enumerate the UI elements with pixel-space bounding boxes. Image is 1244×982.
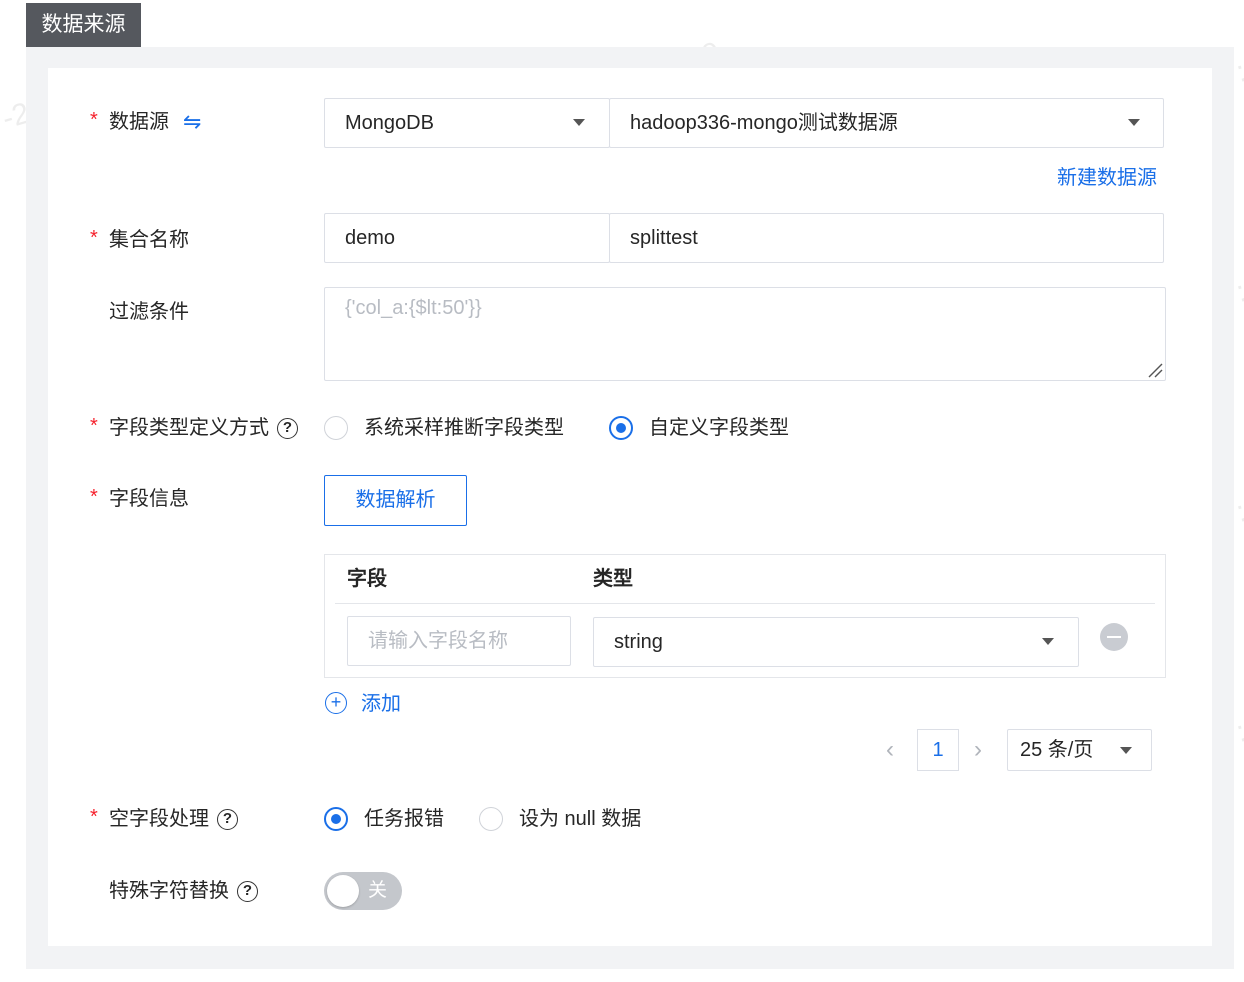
- field-type-select[interactable]: string: [593, 617, 1079, 667]
- resize-handle-icon[interactable]: [1147, 362, 1163, 378]
- datasource-value: hadoop336-mongo测试数据源: [630, 112, 898, 134]
- radio-task-error[interactable]: [324, 807, 348, 831]
- datasource-label: 数据源 ⇋: [109, 108, 202, 136]
- radio-custom-type[interactable]: [609, 416, 633, 440]
- field-table: 字段 类型 请输入字段名称 string: [324, 554, 1166, 678]
- column-header-type: 类型: [593, 568, 633, 590]
- chevron-down-icon: [1128, 119, 1140, 126]
- filter-textarea[interactable]: {'col_a:{$lt:50'}}: [324, 287, 1166, 381]
- prev-page-icon[interactable]: ‹: [886, 730, 894, 770]
- add-field-button[interactable]: + 添加: [325, 690, 425, 718]
- radio-custom-type-label[interactable]: 自定义字段类型: [649, 414, 789, 442]
- remove-row-icon[interactable]: [1100, 623, 1128, 651]
- table-divider: [335, 603, 1155, 604]
- database-value: demo: [345, 227, 396, 249]
- field-type-value: string: [614, 631, 663, 653]
- next-page-icon[interactable]: ›: [974, 730, 982, 770]
- help-icon[interactable]: ?: [237, 880, 258, 902]
- pagination-page-1[interactable]: 1: [917, 729, 959, 771]
- column-header-field: 字段: [347, 568, 387, 590]
- empty-field-label: 空字段处理 ?: [109, 805, 238, 833]
- add-field-label: 添加: [361, 693, 401, 715]
- chevron-down-icon: [1042, 638, 1054, 645]
- collection-label: 集合名称: [109, 229, 189, 251]
- required-mark: *: [90, 227, 98, 249]
- page-size-value: 25 条/页: [1020, 739, 1094, 761]
- datasource-type-select[interactable]: MongoDB: [324, 98, 610, 148]
- datasource-type-value: MongoDB: [345, 112, 434, 134]
- special-char-label: 特殊字符替换 ?: [109, 877, 258, 905]
- required-mark: *: [90, 415, 98, 437]
- help-icon[interactable]: ?: [277, 417, 298, 439]
- radio-set-null[interactable]: [479, 807, 503, 831]
- section-title-tab: 数据来源: [26, 3, 141, 47]
- page-size-select[interactable]: 25 条/页: [1007, 729, 1152, 771]
- filter-placeholder: {'col_a:{$lt:50'}}: [345, 297, 482, 319]
- required-mark: *: [90, 486, 98, 508]
- datasource-select[interactable]: hadoop336-mongo测试数据源: [609, 98, 1164, 148]
- filter-label: 过滤条件: [109, 301, 189, 323]
- required-mark: *: [90, 109, 98, 131]
- radio-task-error-label[interactable]: 任务报错: [364, 805, 444, 833]
- radio-set-null-label[interactable]: 设为 null 数据: [519, 805, 641, 833]
- collection-input[interactable]: splittest: [609, 213, 1164, 263]
- toggle-knob: [327, 875, 359, 907]
- field-name-placeholder: 请输入字段名称: [368, 630, 508, 652]
- special-char-toggle[interactable]: 关: [324, 872, 402, 910]
- radio-infer-type-label[interactable]: 系统采样推断字段类型: [364, 414, 564, 442]
- add-circle-icon: +: [325, 692, 347, 714]
- database-input[interactable]: demo: [324, 213, 610, 263]
- parse-data-button[interactable]: 数据解析: [324, 475, 467, 526]
- chevron-down-icon: [1120, 747, 1132, 754]
- field-info-label: 字段信息: [109, 488, 189, 510]
- help-icon[interactable]: ?: [217, 808, 238, 830]
- radio-infer-type[interactable]: [324, 416, 348, 440]
- chevron-down-icon: [573, 119, 585, 126]
- field-name-input[interactable]: 请输入字段名称: [347, 616, 571, 666]
- field-type-mode-label: 字段类型定义方式 ?: [109, 414, 298, 442]
- new-datasource-link[interactable]: 新建数据源: [1057, 164, 1157, 192]
- switch-arrows-icon[interactable]: ⇋: [183, 108, 201, 136]
- toggle-text: 关: [368, 880, 388, 901]
- collection-value: splittest: [630, 227, 698, 249]
- required-mark: *: [90, 806, 98, 828]
